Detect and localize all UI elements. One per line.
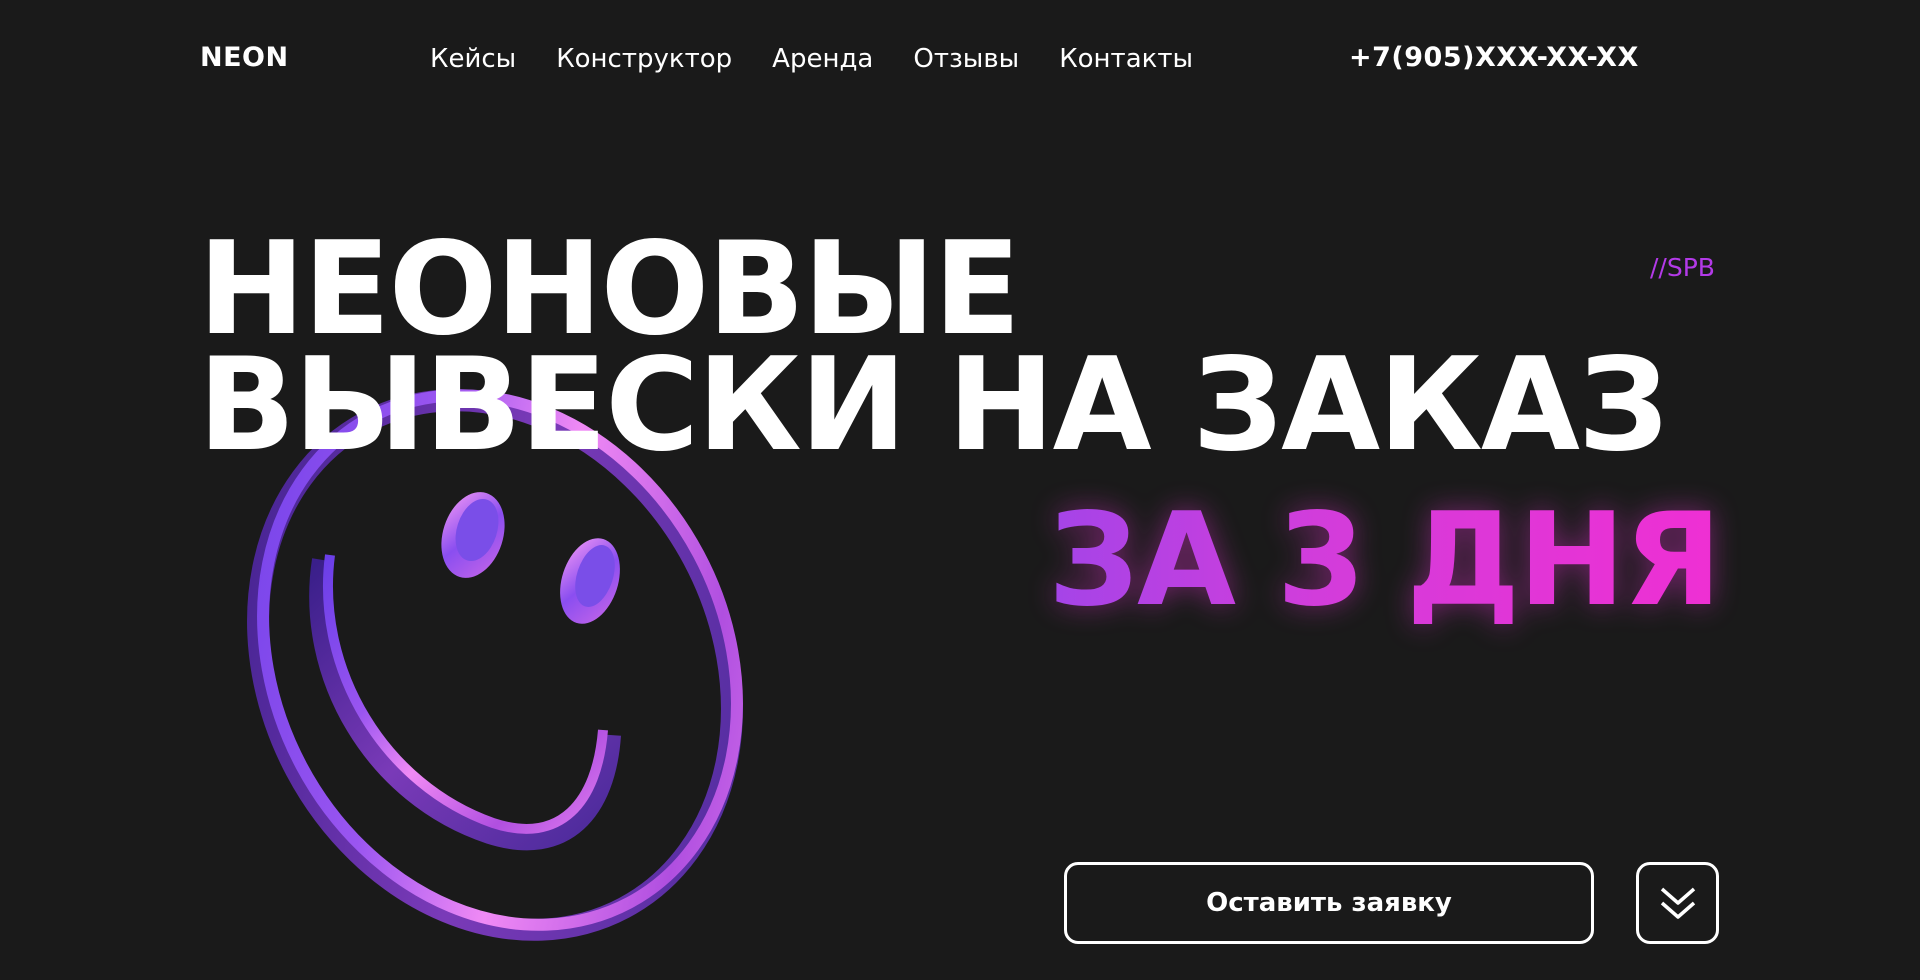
nav-item-contacts[interactable]: Контакты	[1059, 44, 1193, 74]
main-nav: Кейсы Конструктор Аренда Отзывы Контакты	[430, 44, 1233, 74]
leave-request-button[interactable]: Оставить заявку	[1064, 862, 1594, 944]
scroll-down-button[interactable]	[1636, 862, 1719, 944]
nav-item-constructor[interactable]: Конструктор	[556, 44, 732, 74]
logo[interactable]: NEON	[200, 42, 289, 73]
nav-item-rent[interactable]: Аренда	[772, 44, 873, 74]
site-header: NEON Кейсы Конструктор Аренда Отзывы Кон…	[0, 0, 1920, 120]
phone-number[interactable]: +7(905)XXX-XX-XX	[1349, 42, 1639, 73]
double-chevron-down-icon	[1660, 887, 1695, 919]
nav-item-reviews[interactable]: Отзывы	[913, 44, 1019, 74]
headline-line-2: ВЫВЕСКИ НА ЗАКАЗ	[198, 331, 1669, 480]
hero-highlight: ЗА 3 ДНЯ	[1048, 486, 1722, 635]
nav-item-cases[interactable]: Кейсы	[430, 44, 516, 74]
hero-headline: НЕОНОВЫЕ ВЫВЕСКИ НА ЗАКАЗ	[198, 226, 1669, 480]
